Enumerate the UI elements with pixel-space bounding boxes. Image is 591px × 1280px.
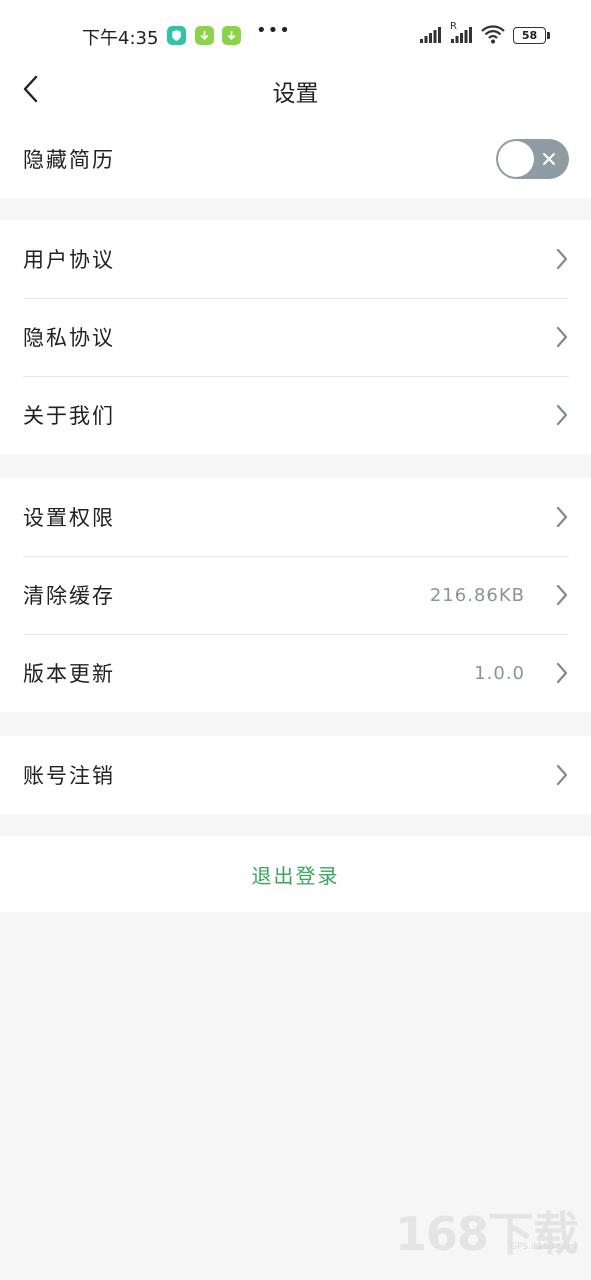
status-time: 下午4:35 [82, 28, 159, 49]
wifi-icon [481, 25, 505, 44]
shield-app-icon [167, 26, 186, 45]
agreements-section: 用户协议 隐私协议 关于我们 [0, 220, 591, 454]
version-value: 1.0.0 [474, 662, 525, 684]
watermark-url: GPS.it168.com [510, 1242, 577, 1252]
signal-icon [451, 27, 472, 43]
hide-resume-section: 隐藏简历 [0, 120, 591, 198]
settings-row-version-update[interactable]: 版本更新 1.0.0 [0, 634, 591, 712]
toggle-knob [498, 141, 534, 177]
download-app-icon [222, 26, 241, 45]
row-label: 清除缓存 [23, 584, 115, 608]
close-icon [543, 153, 555, 165]
chevron-right-icon [556, 506, 568, 528]
more-notifications-icon: ••• [256, 20, 291, 41]
chevron-right-icon [556, 662, 568, 684]
row-label: 版本更新 [23, 662, 115, 686]
row-label: 账号注销 [23, 764, 115, 788]
nav-bar: 设置 [0, 68, 591, 120]
row-label: 隐私协议 [23, 326, 115, 350]
cache-size-value: 216.86KB [429, 584, 525, 606]
chevron-right-icon [556, 764, 568, 786]
account-section: 账号注销 [0, 736, 591, 814]
settings-row-clear-cache[interactable]: 清除缓存 216.86KB [0, 556, 591, 634]
row-label: 关于我们 [23, 404, 115, 428]
app-settings-section: 设置权限 清除缓存 216.86KB 版本更新 1.0.0 [0, 478, 591, 712]
chevron-right-icon [556, 584, 568, 606]
settings-row-delete-account[interactable]: 账号注销 [0, 736, 591, 814]
hide-resume-toggle[interactable] [496, 139, 569, 179]
settings-row-user-agreement[interactable]: 用户协议 [0, 220, 591, 298]
page-title: 设置 [272, 81, 319, 107]
hide-resume-label: 隐藏简历 [23, 148, 115, 172]
settings-row-about-us[interactable]: 关于我们 [0, 376, 591, 454]
chevron-right-icon [556, 404, 568, 426]
signal-icon [420, 27, 441, 43]
battery-icon: 58 [513, 27, 550, 44]
download-app-icon [195, 26, 214, 45]
settings-row-privacy-agreement[interactable]: 隐私协议 [0, 298, 591, 376]
row-label: 用户协议 [23, 248, 115, 272]
row-label: 设置权限 [23, 506, 115, 530]
chevron-right-icon [556, 248, 568, 270]
watermark-logo: 168下载 [395, 1207, 579, 1261]
chevron-right-icon [556, 326, 568, 348]
logout-button[interactable]: 退出登录 [0, 836, 591, 912]
settings-row-permissions[interactable]: 设置权限 [0, 478, 591, 556]
hide-resume-row: 隐藏简历 [0, 120, 591, 198]
status-bar: 下午4:35 ••• R 58 [0, 0, 591, 68]
